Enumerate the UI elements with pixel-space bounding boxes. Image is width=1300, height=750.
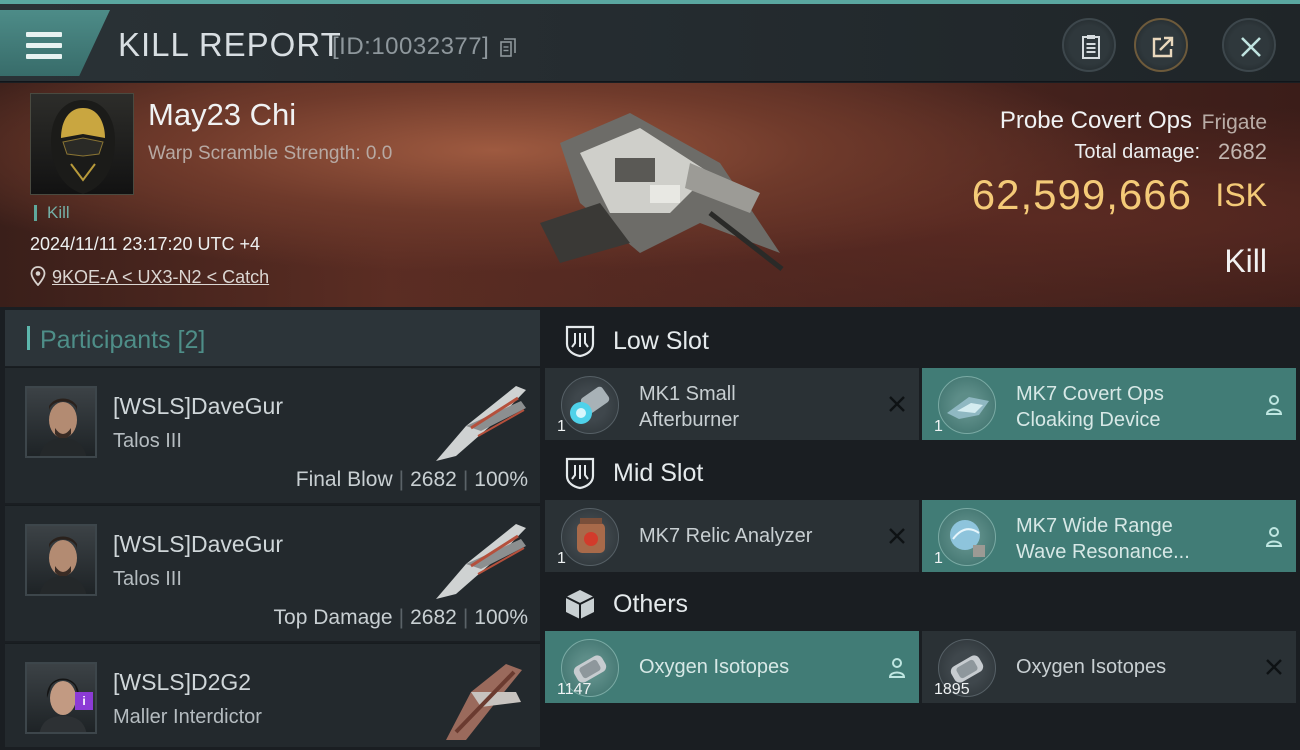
- low-slot-label: Low Slot: [613, 327, 709, 355]
- pilot-portrait-image: [39, 536, 87, 594]
- victim-panel: May23 Chi Warp Scramble Strength: 0.0 Ki…: [0, 83, 1300, 307]
- participants-label: Participants [2]: [40, 326, 206, 354]
- low-slot-header: Low Slot: [545, 312, 1298, 368]
- victim-ship-class: Frigate: [1201, 111, 1267, 134]
- destroyed-x-icon: [1266, 659, 1282, 675]
- participant-ship: Talos III: [113, 430, 182, 452]
- menu-button[interactable]: [0, 10, 110, 76]
- item-name: Oxygen Isotopes: [1016, 656, 1167, 678]
- dropped-person-icon: [1265, 527, 1283, 547]
- kill-result-label: Kill: [1224, 243, 1267, 279]
- cargo-box-icon: [565, 590, 595, 619]
- share-button[interactable]: [1134, 18, 1188, 72]
- fitting-item[interactable]: 1 MK7 Covert Ops Cloaking Device: [922, 368, 1296, 440]
- fitting-item[interactable]: 1 MK7 Wide Range Wave Resonance...: [922, 500, 1296, 572]
- item-quantity: 1147: [557, 681, 592, 698]
- relic-analyzer-icon: [577, 518, 605, 553]
- pilot-portrait-image: [39, 398, 87, 456]
- afterburner-icon: [570, 386, 610, 424]
- item-quantity: 1: [557, 418, 566, 435]
- participant-row[interactable]: i [WSLS]D2G2 Maller Interdictor: [5, 643, 540, 747]
- mid-slot-icon: [565, 457, 595, 490]
- participant-ship: Maller Interdictor: [113, 706, 262, 728]
- fitting-item[interactable]: 1 MK1 Small Afterburner: [545, 368, 919, 440]
- low-slot-icon: [565, 325, 595, 358]
- victim-ship-image: [540, 113, 784, 271]
- kill-location-link[interactable]: 9KOE-A < UX3-N2 < Catch: [52, 267, 269, 288]
- total-damage-value: 2682: [1218, 139, 1267, 164]
- dropped-person-icon: [1265, 395, 1283, 415]
- item-quantity: 1: [934, 550, 943, 567]
- kill-tag: Kill: [34, 204, 70, 221]
- item-icon: [938, 376, 996, 434]
- participant-percent: 100%: [474, 606, 528, 629]
- item-name: Oxygen Isotopes: [639, 656, 790, 678]
- participant-role: Final Blow: [295, 468, 393, 491]
- others-header: Others: [545, 575, 1298, 631]
- report-id: [ID:10032377]: [332, 33, 490, 60]
- share-icon: [1152, 36, 1174, 58]
- participant-stats: Final Blow | 2682 | 100%: [295, 468, 528, 491]
- item-name: MK1 Small Afterburner: [639, 383, 740, 431]
- participant-avatar: [25, 524, 97, 596]
- participant-ship-image: [436, 524, 526, 599]
- cloaking-device-icon: [947, 397, 989, 419]
- item-quantity: 1895: [934, 681, 970, 698]
- item-quantity: 1: [934, 418, 943, 435]
- participant-avatar: [25, 386, 97, 458]
- scanner-icon: [950, 520, 985, 557]
- participant-row[interactable]: [WSLS]DaveGur Talos III Top Damage | 2682 |…: [5, 505, 540, 641]
- participant-name: [WSLS]DaveGur: [113, 393, 283, 419]
- fitting-item[interactable]: 1 MK7 Relic Analyzer: [545, 500, 919, 572]
- participants-accent-bar: [27, 326, 30, 350]
- item-quantity: 1: [557, 550, 566, 567]
- destroyed-x-icon: [889, 396, 905, 412]
- item-icon: [561, 376, 619, 434]
- isk-value: 62,599,666: [971, 171, 1192, 218]
- participant-row[interactable]: [WSLS]DaveGur Talos III Final Blow | 2682 |…: [5, 367, 540, 503]
- destroyed-x-icon: [889, 528, 905, 544]
- location-pin-icon: [30, 266, 46, 286]
- participant-ship: Talos III: [113, 568, 182, 590]
- participant-role: Top Damage: [273, 606, 393, 629]
- participants-header[interactable]: Participants [2]: [5, 310, 540, 366]
- mid-slot-header: Mid Slot: [545, 444, 1298, 500]
- participant-stats: Top Damage | 2682 | 100%: [273, 606, 528, 629]
- others-label: Others: [613, 590, 689, 618]
- participant-damage: 2682: [410, 468, 457, 491]
- page-title: KILL REPORT: [118, 26, 342, 63]
- victim-name: May23 Chi: [148, 97, 297, 132]
- kill-datetime: 2024/11/11 23:17:20 UTC +4: [30, 234, 261, 254]
- fitting-item[interactable]: 1895 Oxygen Isotopes: [922, 631, 1296, 703]
- item-name: MK7 Wide Range Wave Resonance...: [1016, 515, 1190, 563]
- isk-unit: ISK: [1215, 177, 1267, 213]
- clipboard-icon: [1082, 35, 1100, 59]
- item-name: MK7 Covert Ops Cloaking Device: [1016, 383, 1164, 431]
- total-damage-label: Total damage:: [1074, 141, 1200, 163]
- close-icon: [1241, 37, 1261, 57]
- mid-slot-label: Mid Slot: [613, 459, 704, 487]
- hamburger-icon: [26, 32, 62, 62]
- item-name: MK7 Relic Analyzer: [639, 525, 813, 547]
- item-icon: [938, 508, 996, 566]
- clipboard-button[interactable]: [1062, 18, 1116, 72]
- participant-damage: 2682: [410, 606, 457, 629]
- participant-percent: 100%: [474, 468, 528, 491]
- close-button[interactable]: [1222, 18, 1276, 72]
- fitting-item[interactable]: 1147 Oxygen Isotopes: [545, 631, 919, 703]
- header-bar: KILL REPORT [ID:10032377]: [0, 4, 1300, 82]
- warp-scramble-strength: Warp Scramble Strength: 0.0: [148, 143, 393, 164]
- victim-avatar-image: [51, 100, 115, 194]
- copy-icon[interactable]: [500, 38, 516, 58]
- participant-name: [WSLS]D2G2: [113, 669, 252, 695]
- victim-ship-name: Probe Covert Ops: [999, 107, 1192, 134]
- victim-portrait[interactable]: [30, 93, 134, 195]
- participant-ship-image: [446, 664, 522, 740]
- participant-name: [WSLS]DaveGur: [113, 531, 283, 557]
- pilot-info-badge: i: [75, 692, 93, 710]
- dropped-person-icon: [888, 658, 906, 678]
- participant-ship-image: [436, 386, 526, 461]
- item-icon: [561, 508, 619, 566]
